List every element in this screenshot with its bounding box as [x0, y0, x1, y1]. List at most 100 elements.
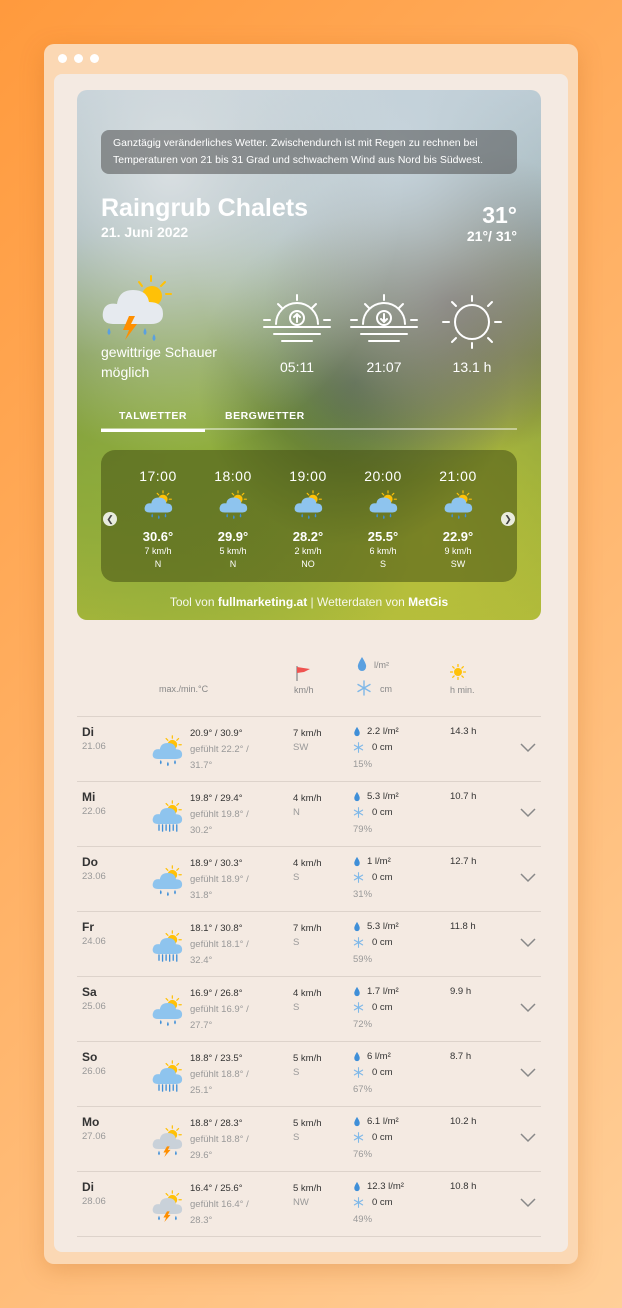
forecast-row[interactable]: Do 23.06 18.9° / 30.3° gefühlt 18.9° / 31.8… [77, 846, 541, 911]
cloud-sun-rain-icon [273, 490, 343, 525]
credit-line: Tool von fullmarketing.at | Wetterdaten … [77, 595, 541, 609]
rain-drop-icon [354, 1181, 360, 1192]
chevron-down-icon[interactable] [520, 1198, 536, 1208]
row-rain-value: 1 l/m² [367, 856, 391, 867]
row-sun-hours: 12.7 h [450, 856, 477, 867]
forecast-row[interactable]: So 26.06 18.8° / 23.5° gefühlt 18.8° / 25.1… [77, 1041, 541, 1106]
row-snow: 0 cm [353, 1067, 393, 1078]
row-precip-probability: 31% [353, 889, 373, 900]
row-precip-probability: 79% [353, 824, 373, 835]
window-dot-icon[interactable] [74, 54, 83, 63]
rain-drop-icon [354, 1051, 360, 1062]
row-rain: 5.3 l/m² [353, 921, 399, 932]
rain-drop-icon [354, 726, 360, 737]
forecast-row[interactable]: Di 21.06 20.9° / 30.9° gefühlt 22.2° / 31.7… [77, 716, 541, 781]
hour-wind: 5 km/h [219, 546, 247, 556]
row-sun-hours: 10.8 h [450, 1181, 477, 1192]
row-precip-probability: 67% [353, 1084, 373, 1095]
row-snow-value: 0 cm [372, 807, 393, 818]
row-wind-direction: NW [293, 1197, 309, 1208]
row-wind: 4 km/h [293, 988, 322, 999]
forecast-row[interactable]: Di 28.06 16.4° / 25.6° gefühlt 16.4° / 28.3… [77, 1171, 541, 1236]
row-snow-value: 0 cm [372, 742, 393, 753]
row-rain: 6.1 l/m² [353, 1116, 399, 1127]
hour-wind-direction: N [154, 559, 162, 569]
weather-widget: Ganztägig veränderliches Wetter. Zwische… [54, 74, 568, 1252]
sun-hours-value: 13.1 h [452, 359, 492, 375]
chevron-down-icon[interactable] [520, 938, 536, 948]
sunset-time: 21:07 [366, 359, 402, 375]
credit-source-link[interactable]: MetGis [408, 595, 448, 609]
row-sun-hours: 9.9 h [450, 986, 472, 997]
window-dot-icon[interactable] [58, 54, 67, 63]
row-snow-value: 0 cm [372, 1197, 393, 1208]
cloud-sun-rain-icon [151, 995, 183, 1032]
hour-time: 19:00 [289, 468, 327, 484]
row-date: 26.06 [82, 1066, 106, 1077]
snowflake-icon [353, 742, 364, 753]
chevron-down-icon[interactable] [520, 1133, 536, 1143]
sunrise-time: 05:11 [280, 359, 314, 375]
rain-drop-icon [354, 986, 360, 997]
row-snow: 0 cm [353, 872, 393, 883]
chevron-down-icon[interactable] [520, 1068, 536, 1078]
row-wind: 4 km/h [293, 858, 322, 869]
snowflake-icon [353, 1067, 364, 1078]
sunrise-block: 05:11 [257, 294, 337, 375]
cloud-sun-heavy-rain-icon [151, 930, 183, 967]
credit-prefix: Tool von [169, 595, 218, 609]
forecast-row[interactable]: Fr 24.06 18.1° / 30.8° gefühlt 18.1° / 32.4… [77, 911, 541, 976]
row-snow: 0 cm [353, 937, 393, 948]
snowflake-icon [353, 1132, 364, 1143]
hour-wind: 7 km/h [144, 546, 172, 556]
cloud-sun-heavy-rain-icon [151, 1060, 183, 1097]
window-dot-icon[interactable] [90, 54, 99, 63]
row-wind: 5 km/h [293, 1053, 322, 1064]
hour-wind-direction: NO [301, 559, 315, 569]
forecast-row[interactable]: Mi 22.06 19.8° / 29.4° gefühlt 19.8° / 30.2… [77, 781, 541, 846]
sunset-block: 21:07 [344, 294, 424, 375]
row-sun-hours: 10.7 h [450, 791, 477, 802]
wind-flag-icon [296, 666, 310, 681]
chevron-down-icon[interactable] [520, 873, 536, 883]
hour-wind-direction: S [379, 559, 386, 569]
tab-bergwetter[interactable]: BERGWETTER [225, 410, 305, 422]
hour-temperature: 29.9° [217, 529, 249, 544]
row-wind-direction: S [293, 1002, 300, 1013]
forecast-row[interactable]: Sa 25.06 16.9° / 26.8° gefühlt 16.9° / 27.7… [77, 976, 541, 1041]
location-title: Raingrub Chalets [101, 194, 308, 222]
credit-brand-link[interactable]: fullmarketing.at [218, 595, 307, 609]
row-date: 23.06 [82, 871, 106, 882]
row-snow: 0 cm [353, 1132, 393, 1143]
row-precip-probability: 15% [353, 759, 373, 770]
hour-wind: 6 km/h [369, 546, 397, 556]
chevron-down-icon[interactable] [520, 743, 536, 753]
chevron-down-icon[interactable] [520, 1003, 536, 1013]
row-rain-value: 12.3 l/m² [367, 1181, 404, 1192]
cloud-sun-thunder-icon [151, 1125, 183, 1162]
tab-talwetter[interactable]: TALWETTER [101, 410, 205, 432]
header-temperature: max./min.°C [159, 684, 209, 694]
scroll-left-icon[interactable]: ❮ [103, 512, 117, 526]
row-feels-like: gefühlt 16.4° / 28.3° [190, 1199, 249, 1226]
row-temperature: 18.8° / 23.5° [190, 1053, 243, 1064]
row-temperature: 18.1° / 30.8° [190, 923, 243, 934]
cloud-sun-thunder-icon [151, 1190, 183, 1227]
cloud-sun-rain-icon [348, 490, 418, 525]
hour-temperature: 28.2° [292, 529, 324, 544]
row-wind: 4 km/h [293, 793, 322, 804]
cloud-sun-rain-icon [123, 490, 193, 525]
scroll-right-icon[interactable]: ❯ [501, 512, 515, 526]
row-rain-value: 5.3 l/m² [367, 791, 399, 802]
row-snow-value: 0 cm [372, 872, 393, 883]
forecast-row[interactable]: Mo 27.06 18.8° / 28.3° gefühlt 18.8° / 29.6… [77, 1106, 541, 1171]
cloud-sun-rain-icon [151, 865, 183, 902]
row-wind: 5 km/h [293, 1183, 322, 1194]
sunset-icon [350, 294, 418, 342]
hourly-item: 21:00 22.9° 9 km/h SW [423, 468, 493, 569]
row-wind-direction: N [293, 807, 300, 818]
chevron-down-icon[interactable] [520, 808, 536, 818]
cloud-sun-rain-icon [198, 490, 268, 525]
row-date: 22.06 [82, 806, 106, 817]
rain-drop-icon [354, 921, 360, 932]
